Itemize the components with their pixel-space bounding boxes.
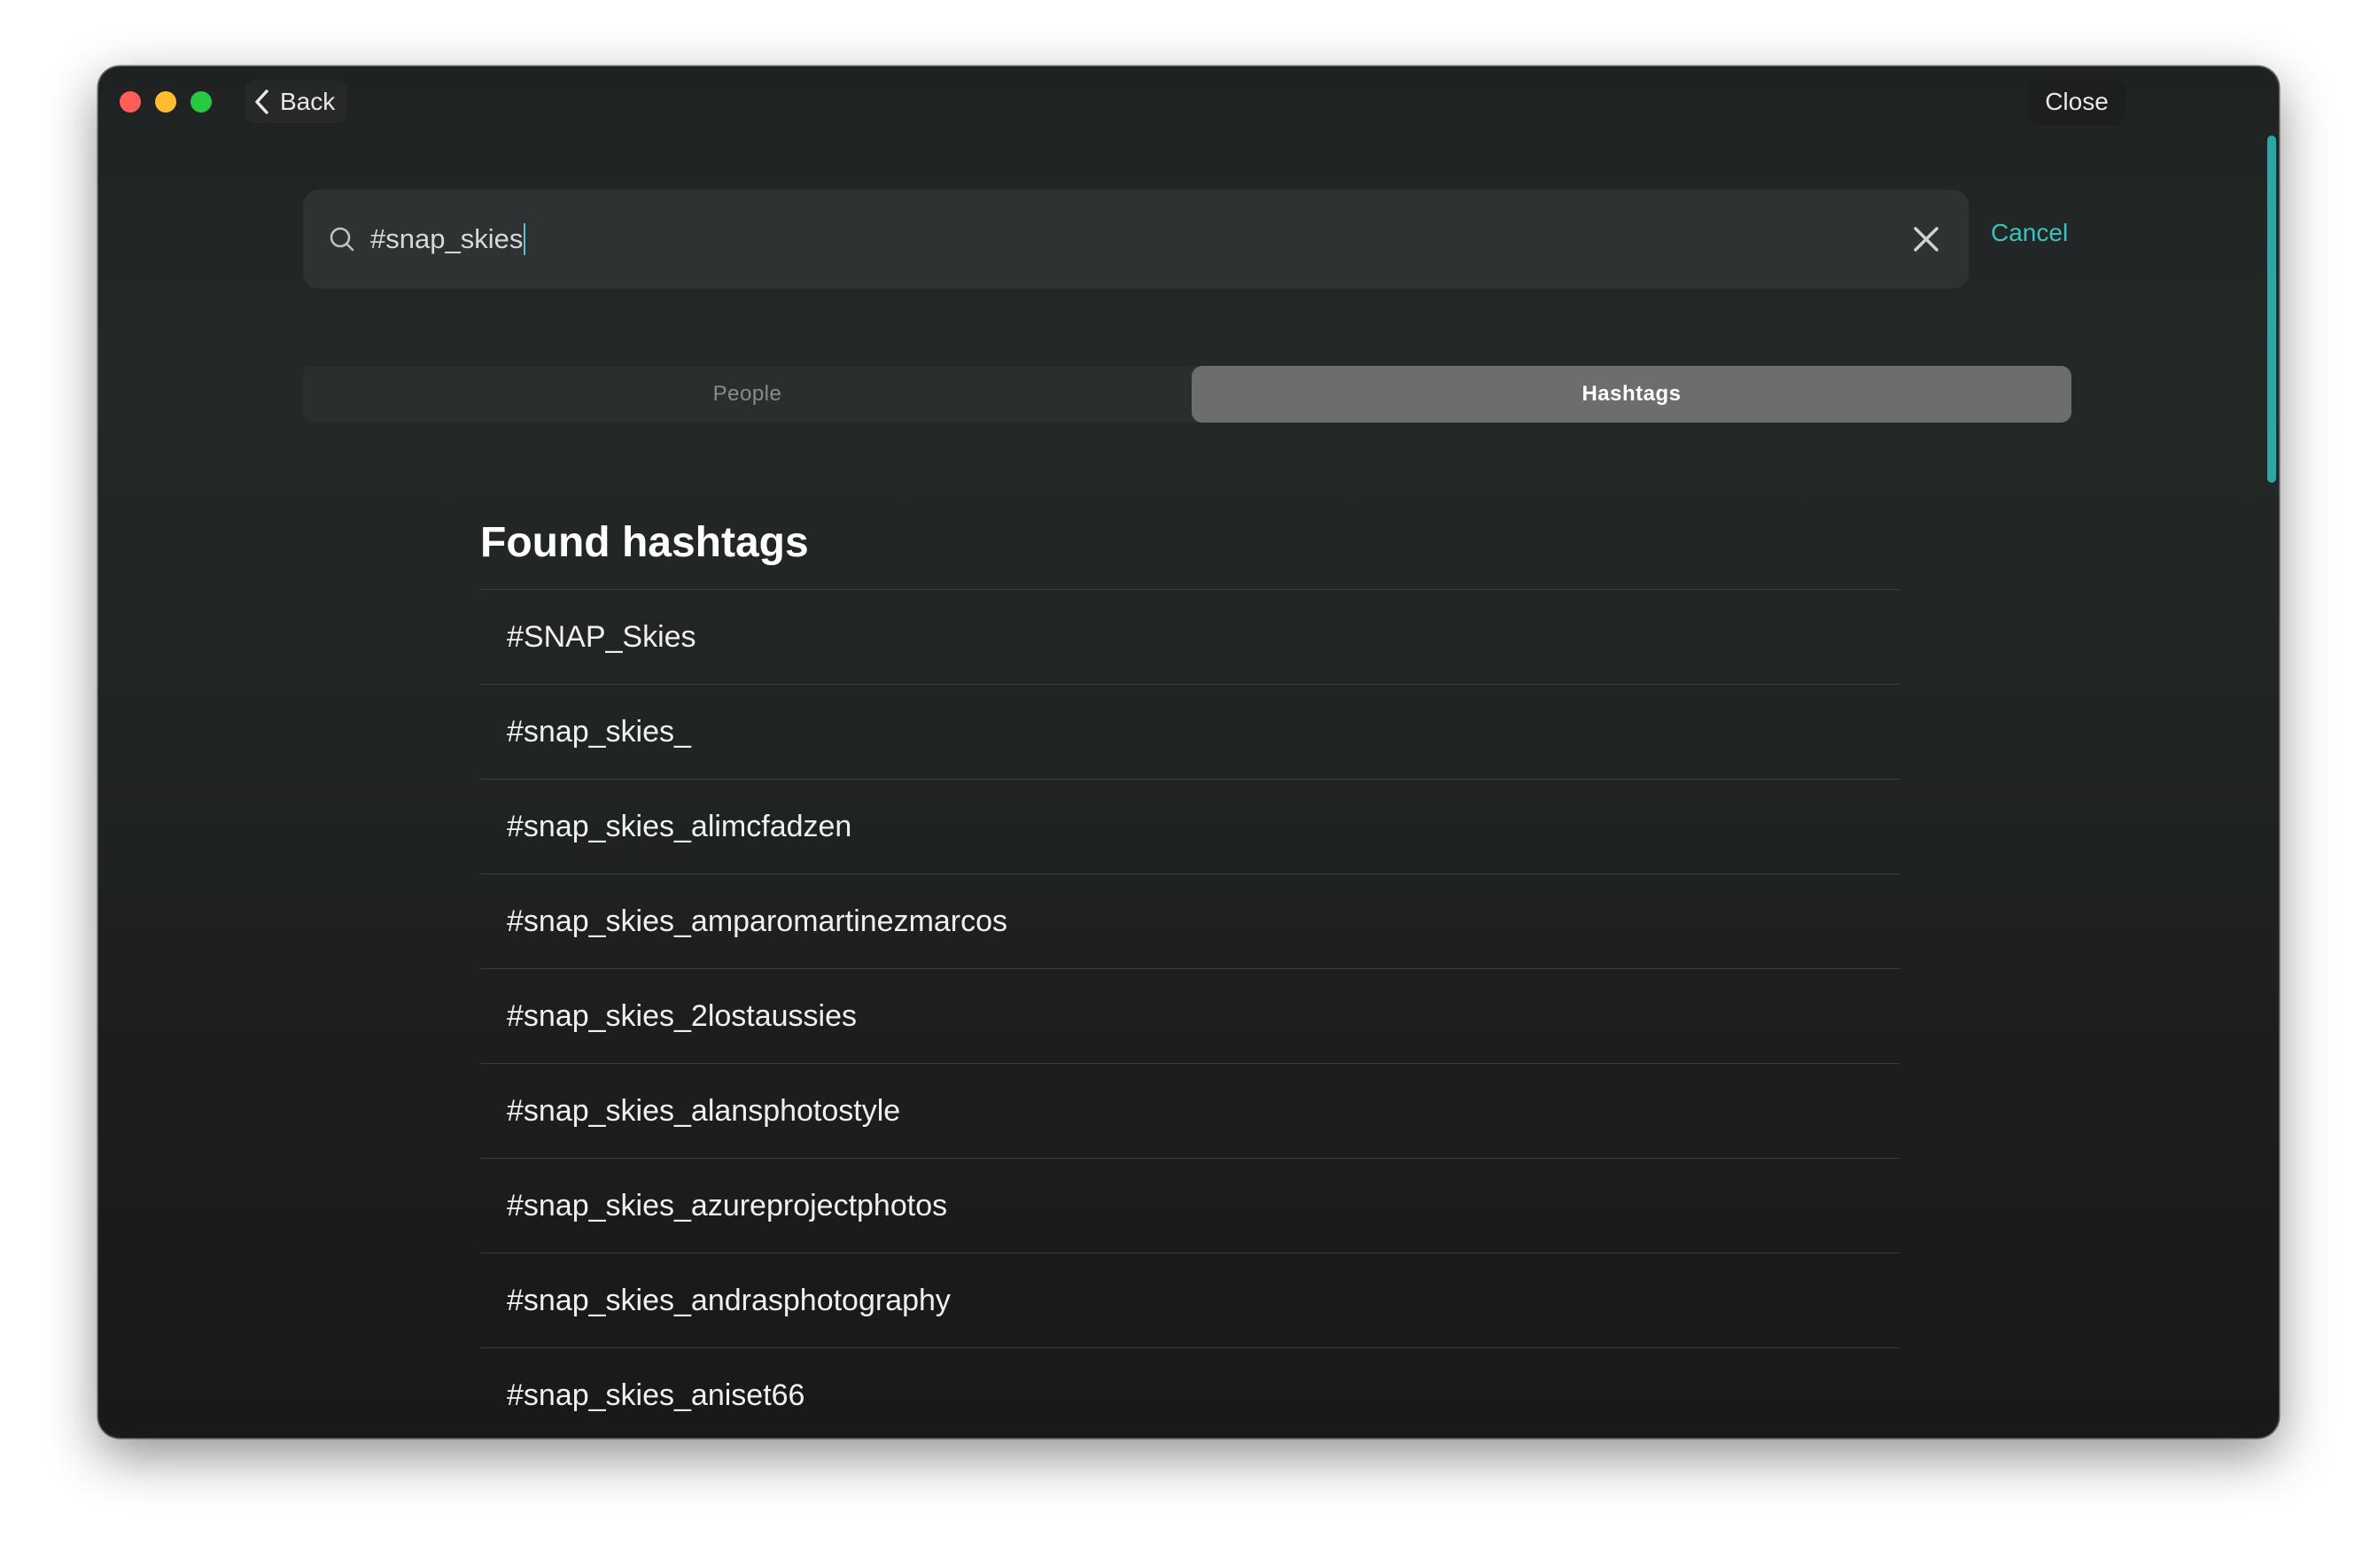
tab-hashtags[interactable]: Hashtags <box>1192 366 2071 423</box>
hashtag-result-item[interactable]: #snap_skies_2lostaussies <box>480 968 1900 1063</box>
back-button-label: Back <box>280 88 336 115</box>
hashtag-result-item[interactable]: #snap_skies_amparomartinezmarcos <box>480 873 1900 968</box>
results-heading: Found hashtags <box>480 519 809 566</box>
scrollbar-thumb[interactable] <box>2267 136 2276 483</box>
window-close-dot[interactable] <box>120 91 141 113</box>
hashtag-result-item[interactable]: #snap_skies_ <box>480 684 1900 779</box>
hashtag-result-item[interactable]: #SNAP_Skies <box>480 589 1900 684</box>
tab-people[interactable]: People <box>303 366 1192 423</box>
back-button[interactable]: Back <box>245 81 347 123</box>
search-input[interactable] <box>370 216 1877 262</box>
close-button-label: Close <box>2045 88 2109 115</box>
hashtag-results-list: #SNAP_Skies #snap_skies_ #snap_skies_ali… <box>480 589 1900 1438</box>
search-icon <box>330 227 354 252</box>
window-zoom-dot[interactable] <box>190 91 212 113</box>
hashtag-result-item[interactable]: #snap_skies_aniset66 <box>480 1347 1900 1438</box>
app-window: Back Close Cancel People Hashtags Found … <box>98 66 2279 1438</box>
window-minimize-dot[interactable] <box>155 91 176 113</box>
text-caret <box>524 223 525 255</box>
close-icon[interactable] <box>1908 221 1944 257</box>
hashtag-result-item[interactable]: #snap_skies_andrasphotography <box>480 1253 1900 1347</box>
scrollbar[interactable] <box>2267 136 2276 1429</box>
hashtag-result-item[interactable]: #snap_skies_alansphotostyle <box>480 1063 1900 1158</box>
search-type-tabs: People Hashtags <box>303 366 2071 423</box>
titlebar: Back Close <box>98 66 2279 137</box>
close-button[interactable]: Close <box>2028 79 2125 125</box>
search-bar <box>303 190 1969 289</box>
hashtag-result-item[interactable]: #snap_skies_azureprojectphotos <box>480 1158 1900 1253</box>
chevron-left-icon <box>255 89 268 114</box>
cancel-button[interactable]: Cancel <box>1991 219 2068 247</box>
hashtag-result-item[interactable]: #snap_skies_alimcfadzen <box>480 779 1900 873</box>
